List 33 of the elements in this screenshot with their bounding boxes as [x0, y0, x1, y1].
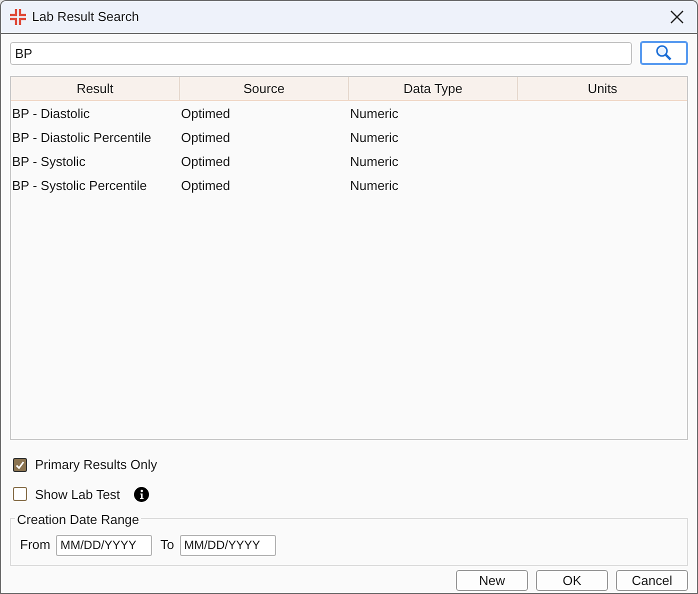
- table-cell: BP - Systolic: [12, 154, 86, 170]
- table-cell: Optimed: [181, 178, 230, 194]
- table-cell: Optimed: [181, 106, 230, 122]
- dialog-button[interactable]: Cancel: [616, 570, 688, 591]
- dialog-button[interactable]: New: [456, 570, 528, 591]
- table-cell: BP - Diastolic Percentile: [12, 130, 152, 146]
- table-cell: BP - Diastolic: [12, 106, 90, 122]
- column-header[interactable]: Result: [76, 78, 114, 98]
- to-label: To: [160, 536, 174, 554]
- table-cell: BP - Systolic Percentile: [12, 178, 147, 194]
- date-field[interactable]: MM/DD/YYYY: [180, 534, 276, 556]
- column-header[interactable]: Data Type: [403, 78, 463, 98]
- search-field[interactable]: BP: [10, 42, 632, 64]
- column-header[interactable]: Units: [588, 78, 618, 98]
- date-field[interactable]: MM/DD/YYYY: [56, 534, 152, 556]
- table-cell: Optimed: [181, 154, 230, 170]
- search-button[interactable]: [640, 41, 688, 65]
- checkbox[interactable]: [13, 458, 27, 472]
- dialog-button[interactable]: OK: [536, 570, 608, 591]
- checkbox-label[interactable]: Show Lab Test: [35, 484, 120, 504]
- table-cell: Numeric: [350, 154, 398, 170]
- app-logo-icon: [9, 8, 27, 26]
- table-cell: Numeric: [350, 178, 398, 194]
- search-icon: [655, 44, 673, 62]
- table-cell: Optimed: [181, 130, 230, 146]
- info-icon[interactable]: [134, 486, 150, 502]
- table-cell: Numeric: [350, 106, 398, 122]
- window-title: Lab Result Search: [32, 8, 139, 26]
- from-label: From: [20, 536, 50, 554]
- checkbox[interactable]: [13, 487, 27, 502]
- column-header[interactable]: Source: [243, 78, 285, 98]
- table-cell: Numeric: [350, 130, 398, 146]
- checkbox-label[interactable]: Primary Results Only: [35, 455, 158, 474]
